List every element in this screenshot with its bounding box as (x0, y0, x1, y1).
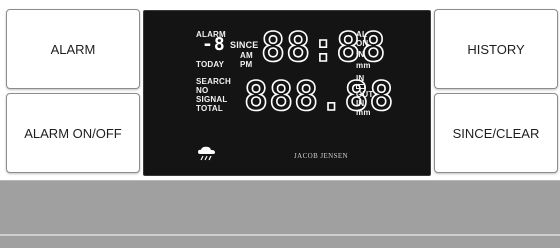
label-in-bottom: IN (356, 74, 365, 83)
minus-digit: -8 (202, 34, 226, 55)
label-pm: PM (240, 60, 253, 69)
rain-cloud-icon (198, 146, 215, 161)
since-clear-button[interactable]: SINCE/CLEAR (434, 93, 558, 173)
lcd-display: ALARM -8 SINCE AM TODAY PM 88:88 AL ON I… (143, 10, 431, 176)
label-mm-top: mm (356, 61, 371, 70)
since-clear-button-label: SINCE/CLEAR (452, 125, 540, 141)
alarm-on-off-button-label: ALARM ON/OFF (24, 125, 122, 141)
history-button[interactable]: HISTORY (434, 9, 558, 89)
alarm-button-label: ALARM (50, 41, 96, 57)
history-button-label: HISTORY (467, 41, 525, 57)
label-am: AM (240, 51, 253, 60)
label-search: SEARCH (196, 77, 231, 86)
bottom-bar-upper (0, 180, 560, 235)
brand-label: JACOB JENSEN (294, 152, 349, 160)
label-on: ON (356, 39, 369, 48)
label-mm-bottom: mm (356, 108, 371, 117)
label-no: NO (196, 86, 209, 95)
alarm-button[interactable]: ALARM (6, 9, 140, 89)
label-al: AL (356, 30, 368, 39)
label-out: OUT (356, 90, 374, 99)
label-in-top: IN (356, 50, 365, 59)
bottom-bar-lower (0, 236, 560, 248)
battery-icon (356, 84, 365, 89)
label-in2-bottom: IN (356, 99, 365, 108)
label-today: TODAY (196, 60, 225, 69)
label-total: TOTAL (196, 104, 223, 113)
alarm-on-off-button[interactable]: ALARM ON/OFF (6, 93, 140, 173)
label-signal: SIGNAL (196, 95, 228, 104)
label-since: SINCE (230, 40, 259, 50)
